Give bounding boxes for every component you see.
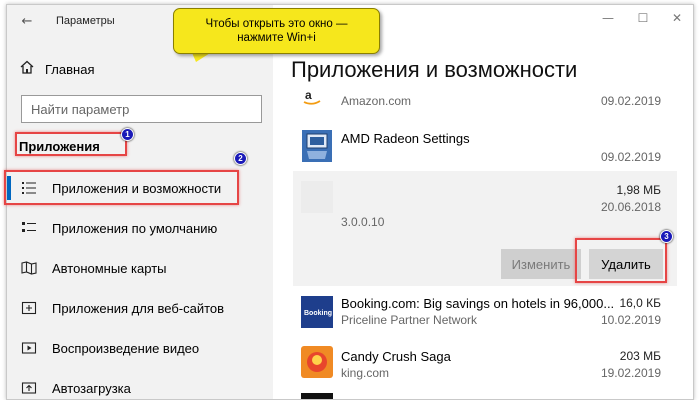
minimize-button[interactable]: — — [598, 11, 618, 25]
svg-text:a: a — [305, 88, 312, 102]
search-input[interactable] — [31, 101, 231, 117]
back-button[interactable]: ← — [17, 11, 37, 31]
default-apps-icon — [19, 220, 39, 236]
highlight-section — [15, 132, 127, 156]
nav-item-label: Приложения по умолчанию — [52, 220, 218, 236]
app-date: 09.02.2019 — [600, 150, 661, 164]
app-name: Candy Crush Saga — [341, 349, 451, 364]
amazon-icon: a — [301, 87, 324, 110]
nav-item-web-apps[interactable]: Приложения для веб-сайтов — [7, 288, 273, 328]
amd-radeon-icon — [301, 129, 333, 163]
svg-text:Booking: Booking — [304, 310, 332, 317]
callout-line-1: Чтобы открыть это окно — — [205, 18, 348, 30]
app-list-item[interactable]: a Amazon.com 09.02.2019 — [293, 85, 677, 113]
step-badge: 3 — [660, 230, 673, 243]
scrollbar[interactable] — [693, 125, 694, 151]
maximize-button[interactable]: ☐ — [633, 11, 653, 25]
nav-home[interactable]: Главная — [19, 59, 94, 80]
app-date: 20.06.2018 — [600, 200, 661, 214]
booking-icon: Booking — [301, 296, 333, 328]
app-icon — [301, 393, 333, 399]
nav-item-label: Воспроизведение видео — [52, 340, 200, 356]
app-date: 09.02.2019 — [600, 94, 661, 108]
offline-maps-icon — [19, 260, 39, 276]
app-list-item[interactable]: Booking Booking.com: Big savings on hote… — [293, 292, 677, 338]
candy-crush-icon — [301, 346, 333, 378]
blurred-app-icon — [301, 181, 333, 213]
app-name: AMD Radeon Settings — [341, 131, 470, 146]
change-button[interactable]: Изменить — [501, 249, 581, 279]
app-list-item[interactable] — [293, 391, 677, 399]
nav-item-label: Автозагрузка — [52, 380, 131, 396]
window-title: Параметры — [56, 15, 115, 27]
app-date: 10.02.2019 — [600, 313, 661, 327]
app-version: 3.0.0.10 — [341, 215, 385, 229]
web-apps-icon — [19, 300, 39, 316]
app-publisher: king.com — [341, 366, 390, 380]
highlight-nav-item — [4, 170, 239, 205]
search-box[interactable] — [21, 95, 262, 123]
nav-item-offline-maps[interactable]: Автономные карты — [7, 248, 273, 288]
app-publisher: Priceline Partner Network — [341, 313, 478, 327]
app-list-item[interactable]: Candy Crush Saga king.com 203 МБ 19.02.2… — [293, 344, 677, 388]
home-label: Главная — [45, 62, 95, 77]
page-title: Приложения и возможности — [291, 57, 578, 82]
app-name: Booking.com: Big savings on hotels in 96… — [341, 296, 615, 311]
video-playback-icon — [19, 340, 39, 356]
app-list-item[interactable]: AMD Radeon Settings 09.02.2019 — [293, 123, 677, 167]
step-badge: 1 — [121, 128, 134, 141]
app-size: 203 МБ — [619, 349, 661, 363]
highlight-delete — [575, 238, 667, 283]
nav-item-video-playback[interactable]: Воспроизведение видео — [7, 328, 273, 368]
startup-icon — [19, 380, 39, 396]
hint-callout: Чтобы открыть это окно — нажмите Win+i — [173, 8, 380, 54]
nav-item-label: Приложения для веб-сайтов — [52, 300, 225, 316]
app-size: 1,98 МБ — [616, 183, 661, 197]
app-date: 19.02.2019 — [600, 366, 661, 380]
callout-line-2: нажмите Win+i — [237, 32, 316, 44]
app-publisher: Amazon.com — [341, 94, 412, 108]
home-icon — [19, 59, 35, 80]
nav-item-startup[interactable]: Автозагрузка — [7, 368, 273, 399]
nav-item-label: Автономные карты — [52, 260, 167, 276]
nav-item-default-apps[interactable]: Приложения по умолчанию — [7, 208, 273, 248]
app-size: 16,0 КБ — [619, 296, 661, 310]
close-button[interactable]: ✕ — [667, 11, 687, 25]
step-badge: 2 — [234, 152, 247, 165]
